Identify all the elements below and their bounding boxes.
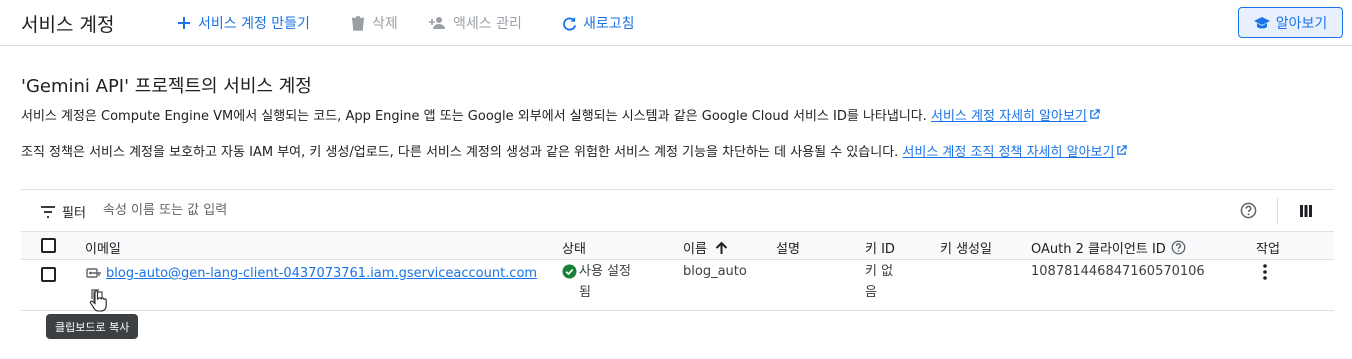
key-id-line1: 키 없 (865, 264, 894, 279)
external-link-icon (1089, 109, 1100, 124)
email-cell[interactable]: blog-auto@gen-lang-client-0437073761.iam… (106, 263, 537, 284)
name-cell: blog_auto (683, 264, 747, 279)
table-header: 이메일 상태 이름 설명 키 ID 키 생성일 OAuth 2 클라이언트 ID… (21, 231, 1334, 260)
description-text: 서비스 계정은 Compute Engine VM에서 실행되는 코드, App… (21, 109, 932, 124)
divider (1277, 198, 1278, 224)
hand-cursor-icon (89, 290, 107, 316)
refresh-button[interactable]: 새로고침 (561, 13, 635, 33)
description-org-policy: 조직 정책은 서비스 계정을 보호하고 자동 IAM 부여, 키 생성/업로드,… (21, 141, 1128, 160)
column-header-oauth-label: OAuth 2 클라이언트 ID (1031, 242, 1166, 257)
manage-access-label: 액세스 관리 (453, 16, 522, 32)
plus-icon (176, 15, 192, 31)
column-header-actions: 작업 (1256, 242, 1280, 257)
key-id-line2: 음 (865, 285, 877, 300)
more-vert-icon[interactable] (1263, 264, 1267, 287)
school-icon (1253, 16, 1270, 30)
status-line2: 됨 (579, 285, 591, 300)
learn-label: 알아보기 (1275, 15, 1328, 32)
refresh-label: 새로고침 (583, 16, 635, 32)
learn-more-service-accounts-link[interactable]: 서비스 계정 자세히 알아보기 (931, 109, 1087, 124)
service-accounts-table: 이메일 상태 이름 설명 키 ID 키 생성일 OAuth 2 클라이언트 ID… (21, 231, 1334, 311)
person-add-icon (429, 15, 447, 31)
filter-bar: 필터 (21, 189, 1334, 231)
external-link-icon (1116, 145, 1128, 160)
column-header-name[interactable]: 이름 (683, 238, 728, 257)
column-header-key-id[interactable]: 키 ID (865, 238, 895, 257)
delete-button[interactable]: 삭제 (350, 13, 398, 33)
description-text: 조직 정책은 서비스 계정을 보호하고 자동 IAM 부여, 키 생성/업로드,… (21, 145, 903, 160)
column-header-email[interactable]: 이메일 (85, 238, 121, 257)
filter-icon[interactable] (40, 203, 56, 222)
filter-label: 필터 (62, 206, 86, 221)
email-link[interactable]: blog-auto@gen-lang-client-0437073761.iam… (106, 266, 537, 281)
arrow-up-icon (715, 241, 728, 255)
table-row: blog-auto@gen-lang-client-0437073761.iam… (21, 260, 1334, 311)
description-service-accounts: 서비스 계정은 Compute Engine VM에서 실행되는 코드, App… (21, 105, 1100, 124)
create-label: 서비스 계정 만들기 (198, 16, 310, 32)
column-header-status[interactable]: 상태 (562, 238, 586, 257)
column-header-name-label: 이름 (683, 242, 707, 257)
delete-label: 삭제 (372, 16, 398, 32)
status-line1: 사용 설정 (579, 264, 631, 279)
help-icon[interactable] (1240, 202, 1257, 223)
learn-button[interactable]: 알아보기 (1238, 7, 1343, 38)
row-checkbox[interactable] (41, 267, 56, 282)
column-header-description[interactable]: 설명 (776, 238, 800, 257)
columns-icon[interactable] (1299, 203, 1313, 222)
column-header-oauth-client-id[interactable]: OAuth 2 클라이언트 ID (1031, 238, 1186, 257)
learn-more-org-policy-link[interactable]: 서비스 계정 조직 정책 자세히 알아보기 (902, 145, 1114, 160)
filter-input[interactable] (103, 199, 603, 221)
create-service-account-button[interactable]: 서비스 계정 만들기 (176, 13, 310, 33)
refresh-icon (561, 15, 577, 31)
page-title: 서비스 계정 (21, 14, 115, 36)
section-title: 'Gemini API' 프로젝트의 서비스 계정 (21, 76, 312, 97)
oauth-client-id-cell: 108781446847160570106 (1031, 264, 1205, 279)
trash-icon (350, 15, 366, 31)
copy-tooltip: 클립보드로 복사 (46, 314, 139, 339)
key-icon (86, 265, 102, 286)
check-circle-icon (562, 264, 577, 286)
help-icon[interactable] (1171, 240, 1186, 255)
manage-access-button[interactable]: 액세스 관리 (429, 13, 522, 33)
select-all-checkbox[interactable] (41, 238, 56, 253)
toolbar: 서비스 계정 서비스 계정 만들기 삭제 액세스 관리 새로고침 알아보기 (0, 0, 1352, 46)
column-header-key-created[interactable]: 키 생성일 (940, 238, 992, 257)
